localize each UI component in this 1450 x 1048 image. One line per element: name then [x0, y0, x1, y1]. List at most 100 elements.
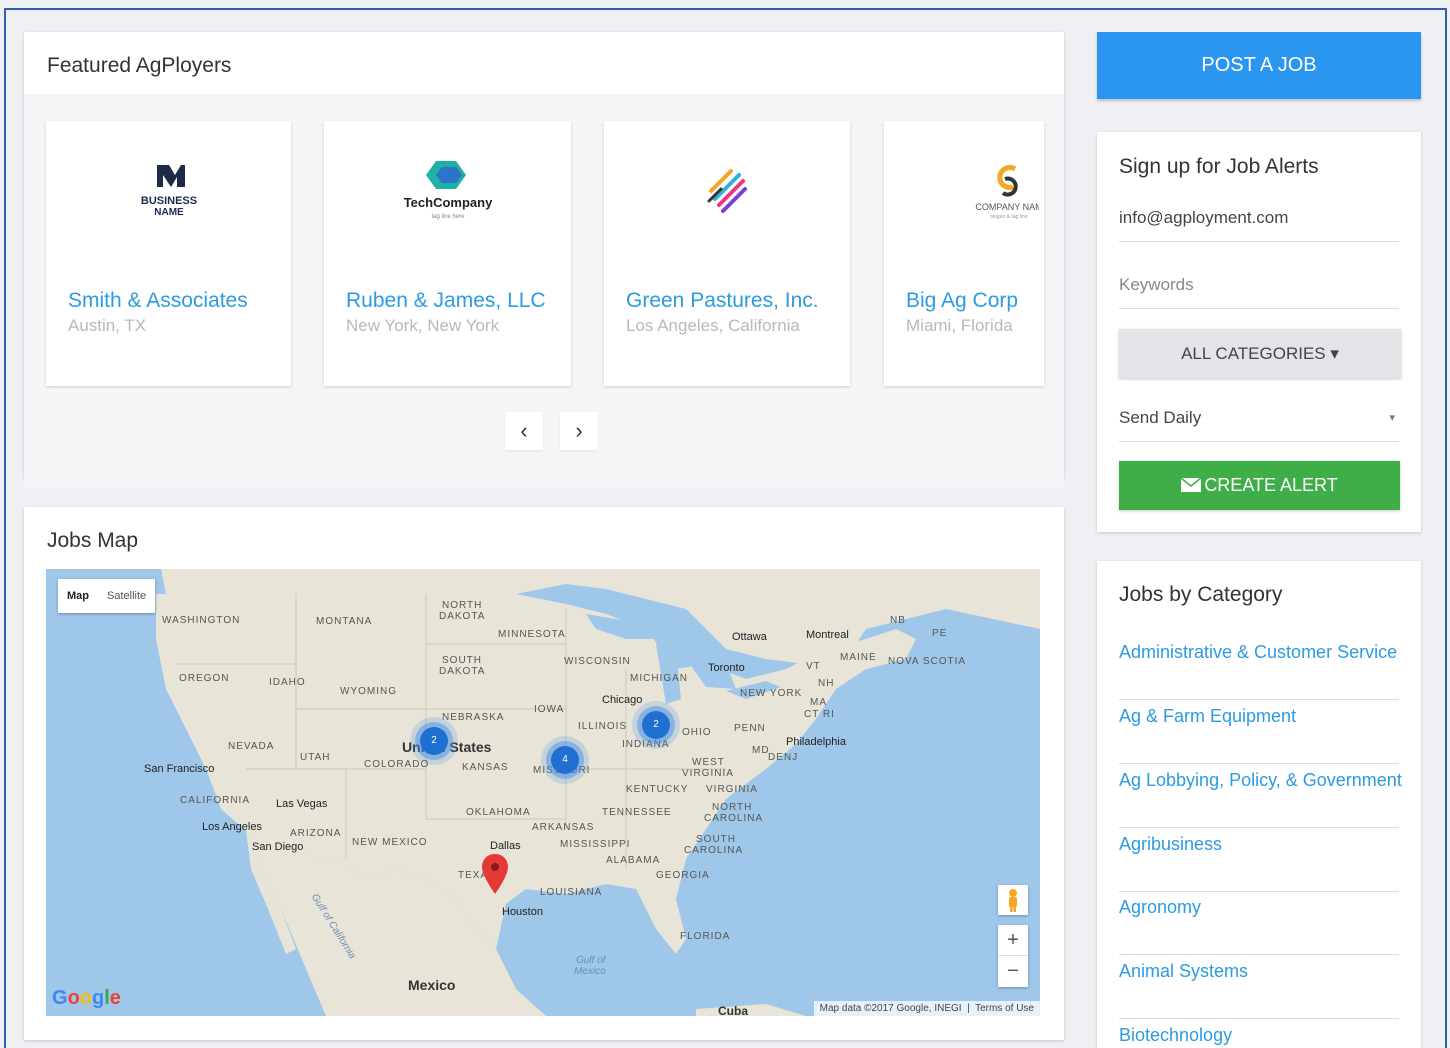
employer-card[interactable]: BUSINESS NAME Smith & Associates Austin,… [46, 121, 291, 386]
category-link[interactable]: Administrative & Customer Service [1119, 637, 1399, 700]
map-label: UTAH [300, 752, 331, 763]
job-cluster-marker[interactable]: 2 [420, 727, 448, 755]
post-a-job-button[interactable]: POST A JOB [1097, 32, 1421, 99]
map-city: Chicago [602, 694, 643, 706]
map-label: MA [810, 697, 827, 708]
employer-card[interactable]: COMPANY NAM slogan & tag line Big Ag Cor… [884, 121, 1044, 386]
map-city: Dallas [490, 840, 521, 852]
map-label: MISSISSIPPI [560, 839, 631, 850]
employer-name[interactable]: Green Pastures, Inc. Los Angeles, Califo… [626, 289, 840, 337]
map-label: NEVADA [228, 741, 275, 752]
map-label: MONTANA [316, 616, 373, 627]
map-title: Jobs Map [47, 529, 139, 552]
map-label: OKLAHOMA [466, 807, 531, 818]
map-label: NJ [784, 752, 799, 763]
map-label: NOVA SCOTIA [888, 656, 967, 667]
svg-text:NAME: NAME [154, 207, 184, 218]
all-categories-button[interactable]: ALL CATEGORIES ▾ [1119, 329, 1401, 378]
email-field[interactable]: info@agployment.com [1119, 194, 1399, 242]
carousel-next-button[interactable]: › [560, 412, 598, 450]
map-label: TENNESSEE [602, 807, 672, 818]
svg-text:BUSINESS: BUSINESS [140, 195, 196, 207]
employer-name[interactable]: Smith & Associates Austin, TX [68, 289, 281, 337]
pegman-icon [1009, 889, 1017, 912]
carousel-prev-button[interactable]: ‹ [505, 412, 543, 450]
employer-name[interactable]: Big Ag Corp Miami, Florida [906, 289, 1034, 337]
map-label: VIRGINIA [682, 768, 734, 779]
map-country-label: Cuba [718, 1004, 748, 1016]
map-label: GEORGIA [656, 870, 710, 881]
map-label: FLORIDA [680, 931, 731, 942]
zoom-controls: + − [998, 925, 1028, 987]
map-label: WEST [692, 757, 725, 768]
employer-card[interactable]: TechCompany tag line here Ruben & James,… [324, 121, 571, 386]
map-label: NEW MEXICO [352, 837, 428, 848]
category-link[interactable]: Ag Lobbying, Policy, & Government [1119, 765, 1402, 828]
map-label: NORTH [712, 802, 753, 813]
category-link[interactable]: Biotechnology [1119, 1020, 1399, 1048]
map-label: ILLINOIS [578, 721, 628, 732]
zoom-out-button[interactable]: − [998, 956, 1028, 987]
map-type-satellite-button[interactable]: Satellite [98, 579, 155, 613]
jobs-by-category-panel: Jobs by Category Administrative & Custom… [1097, 561, 1421, 1048]
map-label: IOWA [534, 704, 565, 715]
map-city: Ottawa [732, 631, 767, 643]
map-label: ARKANSAS [532, 822, 595, 833]
category-link[interactable]: Animal Systems [1119, 956, 1399, 1019]
employer-card[interactable]: Green Pastures, Inc. Los Angeles, Califo… [604, 121, 850, 386]
chevron-right-icon: › [575, 418, 583, 443]
map-label: OREGON [179, 673, 230, 684]
job-cluster-marker[interactable]: 2 [642, 711, 670, 739]
map-label: SOUTH [696, 834, 736, 845]
jobs-map-panel: Jobs Map Map Satellite WASHINGTON MONTAN… [24, 507, 1064, 1040]
map-label: SOUTH [442, 655, 482, 666]
map-label: MICHIGAN [630, 673, 688, 684]
featured-title: Featured AgPloyers [47, 54, 232, 77]
map-water-label: Gulf of [576, 955, 606, 966]
map-pin-icon[interactable] [482, 854, 508, 894]
map-type-map-button[interactable]: Map [58, 579, 98, 613]
map-label: VIRGINIA [706, 784, 758, 795]
map-type-toggle: Map Satellite [58, 579, 156, 613]
map-label: WASHINGTON [162, 615, 241, 626]
map-label: CAROLINA [704, 813, 764, 824]
employer-location: Austin, TX [68, 316, 147, 335]
map-city: Las Vegas [276, 798, 328, 810]
map-city: San Diego [252, 841, 304, 853]
map-label: NB [890, 615, 906, 626]
keywords-input[interactable]: Keywords [1119, 261, 1399, 309]
create-alert-label: CREATE ALERT [1204, 475, 1338, 495]
job-cluster-marker[interactable]: 4 [551, 746, 579, 774]
category-link[interactable]: Agronomy [1119, 892, 1399, 955]
category-link[interactable]: Agribusiness [1119, 829, 1399, 892]
employer-location: New York, New York [346, 316, 500, 335]
svg-text:TechCompany: TechCompany [403, 195, 492, 210]
create-alert-button[interactable]: CREATE ALERT [1119, 461, 1400, 510]
map-label: CAROLINA [684, 845, 744, 856]
map-label: CT RI [804, 709, 835, 720]
category-link[interactable]: Ag & Farm Equipment [1119, 701, 1399, 764]
zoom-in-button[interactable]: + [998, 925, 1028, 956]
employer-logo: TechCompany tag line here [324, 161, 571, 241]
employer-location: Los Angeles, California [626, 316, 800, 335]
map-label: NEBRASKA [442, 712, 505, 723]
featured-employers-panel: Featured AgPloyers BUSINESS NAME Smith &… [24, 32, 1064, 488]
map-city: Toronto [708, 662, 745, 674]
map-label: WYOMING [340, 686, 397, 697]
frequency-value: Send Daily [1119, 408, 1202, 427]
chevron-left-icon: ‹ [520, 418, 528, 443]
map-city: Los Angeles [202, 821, 262, 833]
frequency-select[interactable]: Send Daily ▾ [1119, 394, 1399, 442]
map-label: VT [806, 661, 821, 672]
color-stripes-logo-icon [707, 169, 747, 213]
employer-carousel: BUSINESS NAME Smith & Associates Austin,… [24, 94, 1064, 488]
employer-name[interactable]: Ruben & James, LLC New York, New York [346, 289, 561, 337]
map-label: KANSAS [462, 762, 509, 773]
map-water-label: Mexico [574, 966, 606, 977]
business-logo-icon: BUSINESS NAME [140, 165, 197, 218]
street-view-button[interactable] [998, 885, 1028, 915]
map-country-label: Mexico [408, 977, 456, 993]
jobs-map[interactable]: Map Satellite WASHINGTON MONTANA NORTH D… [46, 569, 1040, 1016]
google-logo: Google [52, 987, 121, 1009]
terms-of-use-link[interactable]: Terms of Use [975, 1003, 1034, 1014]
